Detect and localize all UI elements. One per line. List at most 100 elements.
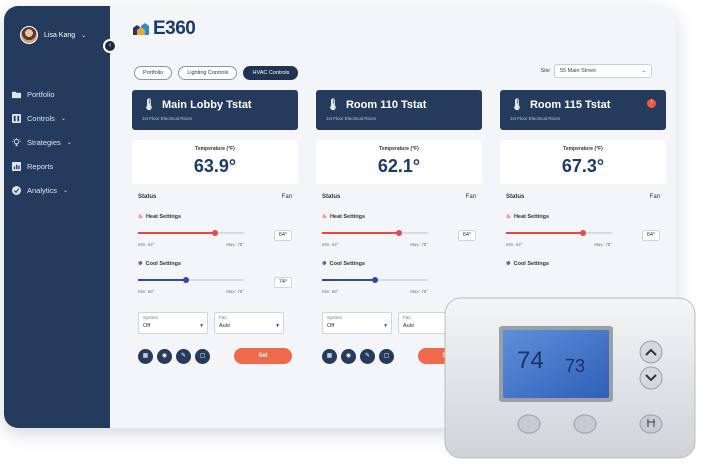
sidebar-item-analytics[interactable]: Analytics ⌄ — [12, 178, 108, 202]
sidebar: Lisa Kang ⌄ Portfolio Controls ⌄ Strateg… — [4, 6, 110, 428]
heat-min: Min: 62° — [138, 242, 155, 247]
temperature-label: Temperature (°F) — [563, 146, 603, 152]
fan-select[interactable]: Fan Auto ▾ — [214, 312, 284, 334]
heat-slider[interactable] — [322, 226, 428, 240]
cool-settings-label: Cool Settings — [513, 261, 550, 267]
snowflake-icon: ❄ — [322, 261, 327, 267]
alert-badge[interactable]: ! — [647, 99, 656, 108]
status-row: Status Fan — [500, 194, 666, 200]
device-temperature: 74 — [517, 347, 544, 374]
lock-icon[interactable]: ◉ — [157, 348, 172, 364]
card-subtitle: 1st Floor Electrical Room — [142, 116, 193, 121]
sidebar-nav: Portfolio Controls ⌄ Strategies ⌄ Report… — [12, 82, 108, 202]
device-button-right — [639, 414, 663, 434]
user-name: Lisa Kang — [44, 31, 76, 39]
cool-settings: ❄ Cool Settings — [500, 261, 666, 267]
heat-value: 64° — [274, 230, 292, 241]
heat-min: Min: 62° — [506, 242, 523, 247]
sidebar-item-portfolio[interactable]: Portfolio — [12, 82, 108, 106]
down-arrow-button — [639, 366, 663, 390]
system-select[interactable]: System Off ▾ — [138, 312, 208, 334]
cool-settings-label: Cool Settings — [145, 261, 182, 267]
slider-thumb[interactable] — [396, 229, 403, 236]
sidebar-item-reports[interactable]: Reports — [12, 154, 108, 178]
temperature-panel: Temperature (°F) 62.1° — [316, 140, 482, 184]
lightbulb-icon — [12, 137, 21, 146]
up-arrow-button — [639, 340, 663, 364]
card-actions: ▦ ◉ ✎ ▢ Set — [132, 348, 298, 364]
edit-icon[interactable]: ✎ — [360, 348, 375, 364]
building-logo-icon — [133, 23, 149, 35]
sidebar-item-strategies[interactable]: Strategies ⌄ — [12, 130, 108, 154]
temperature-label: Temperature (°F) — [195, 146, 235, 152]
slider-thumb[interactable] — [580, 229, 587, 236]
cool-slider[interactable] — [138, 273, 244, 287]
thermostat-card: 🌡 Main Lobby Tstat 1st Floor Electrical R… — [132, 90, 298, 428]
system-value: Off — [143, 323, 151, 329]
tab-portfolio[interactable]: Portfolio — [134, 66, 173, 80]
heat-settings: ♨ Heat Settings 64° Min: 62° Max: 78° — [132, 214, 298, 247]
card-header: 🌡 Main Lobby Tstat 1st Floor Electrical R… — [132, 90, 298, 130]
folder-icon — [12, 91, 21, 98]
card-subtitle: 1st Floor Electrical Room — [510, 116, 561, 121]
heat-value: 64° — [642, 230, 660, 241]
edit-icon[interactable]: ✎ — [176, 348, 191, 364]
snowflake-icon: ❄ — [138, 261, 143, 267]
calendar-icon[interactable]: ▦ — [138, 348, 153, 364]
fan-value: Auto — [219, 323, 231, 329]
sidebar-item-label: Analytics — [27, 185, 58, 195]
caret-down-icon: ▾ — [276, 323, 279, 329]
cool-settings: ❄ Cool Settings Min: 68° Max: 78° — [316, 261, 482, 294]
sidebar-item-label: Reports — [27, 161, 54, 171]
user-menu[interactable]: Lisa Kang ⌄ — [20, 26, 86, 44]
sidebar-item-label: Controls — [27, 113, 55, 123]
slider-thumb[interactable] — [372, 276, 378, 283]
site-selector: Site 55 Main Street ⌄ — [541, 64, 652, 78]
tab-lighting-controls[interactable]: Lighting Controls — [178, 66, 238, 80]
site-dropdown[interactable]: 55 Main Street ⌄ — [554, 64, 652, 78]
lock-icon[interactable]: ◉ — [341, 348, 356, 364]
system-label: System — [143, 315, 159, 320]
status-value: Fan — [281, 194, 292, 200]
system-select[interactable]: System Off ▾ — [322, 312, 392, 334]
snowflake-icon: ❄ — [506, 261, 511, 267]
card-subtitle: 1st Floor Electrical Room — [326, 116, 377, 121]
tab-hvac-controls[interactable]: HVAC Controls — [243, 66, 299, 80]
brand-name: E360 — [153, 18, 196, 39]
cool-value: 74° — [274, 277, 292, 288]
thermostat-device: 74 73 — [444, 297, 696, 459]
heat-slider[interactable] — [506, 226, 612, 240]
heat-settings-label: Heat Settings — [329, 214, 366, 220]
calendar-icon[interactable]: ▦ — [322, 348, 337, 364]
cool-settings-label: Cool Settings — [329, 261, 366, 267]
thermometer-icon: 🌡 — [510, 99, 524, 111]
status-row: Status Fan — [132, 194, 298, 200]
slider-thumb[interactable] — [212, 229, 219, 236]
avatar — [20, 26, 38, 44]
temperature-panel: Temperature (°F) 63.9° — [132, 140, 298, 184]
chevron-down-icon: ⌄ — [63, 187, 69, 194]
heat-min: Min: 62° — [322, 242, 339, 247]
control-tabs: Portfolio Lighting Controls HVAC Control… — [134, 66, 299, 80]
heat-settings: ♨ Heat Settings 64° Min: 62° Max: 78° — [500, 214, 666, 247]
flame-icon: ♨ — [506, 214, 511, 220]
sidebar-item-controls[interactable]: Controls ⌄ — [12, 106, 108, 130]
delete-icon[interactable]: ▢ — [379, 348, 394, 364]
status-label: Status — [506, 194, 525, 200]
card-title: Room 110 Tstat — [345, 98, 427, 111]
caret-down-icon: ▾ — [384, 323, 387, 329]
slider-thumb[interactable] — [182, 276, 189, 283]
sidebar-item-label: Strategies — [27, 137, 61, 147]
site-value: 55 Main Street — [560, 68, 596, 74]
check-circle-icon — [12, 185, 21, 195]
thermometer-icon: 🌡 — [142, 99, 156, 111]
chevron-down-icon: ⌄ — [66, 139, 72, 146]
system-value: Off — [327, 323, 335, 329]
delete-icon[interactable]: ▢ — [195, 348, 210, 364]
set-button[interactable]: Set — [234, 348, 292, 364]
card-title: Room 115 Tstat — [529, 98, 611, 111]
heat-slider[interactable] — [138, 226, 244, 240]
heat-settings-label: Heat Settings — [145, 214, 182, 220]
fan-value: Auto — [403, 323, 415, 329]
cool-slider[interactable] — [322, 273, 428, 287]
